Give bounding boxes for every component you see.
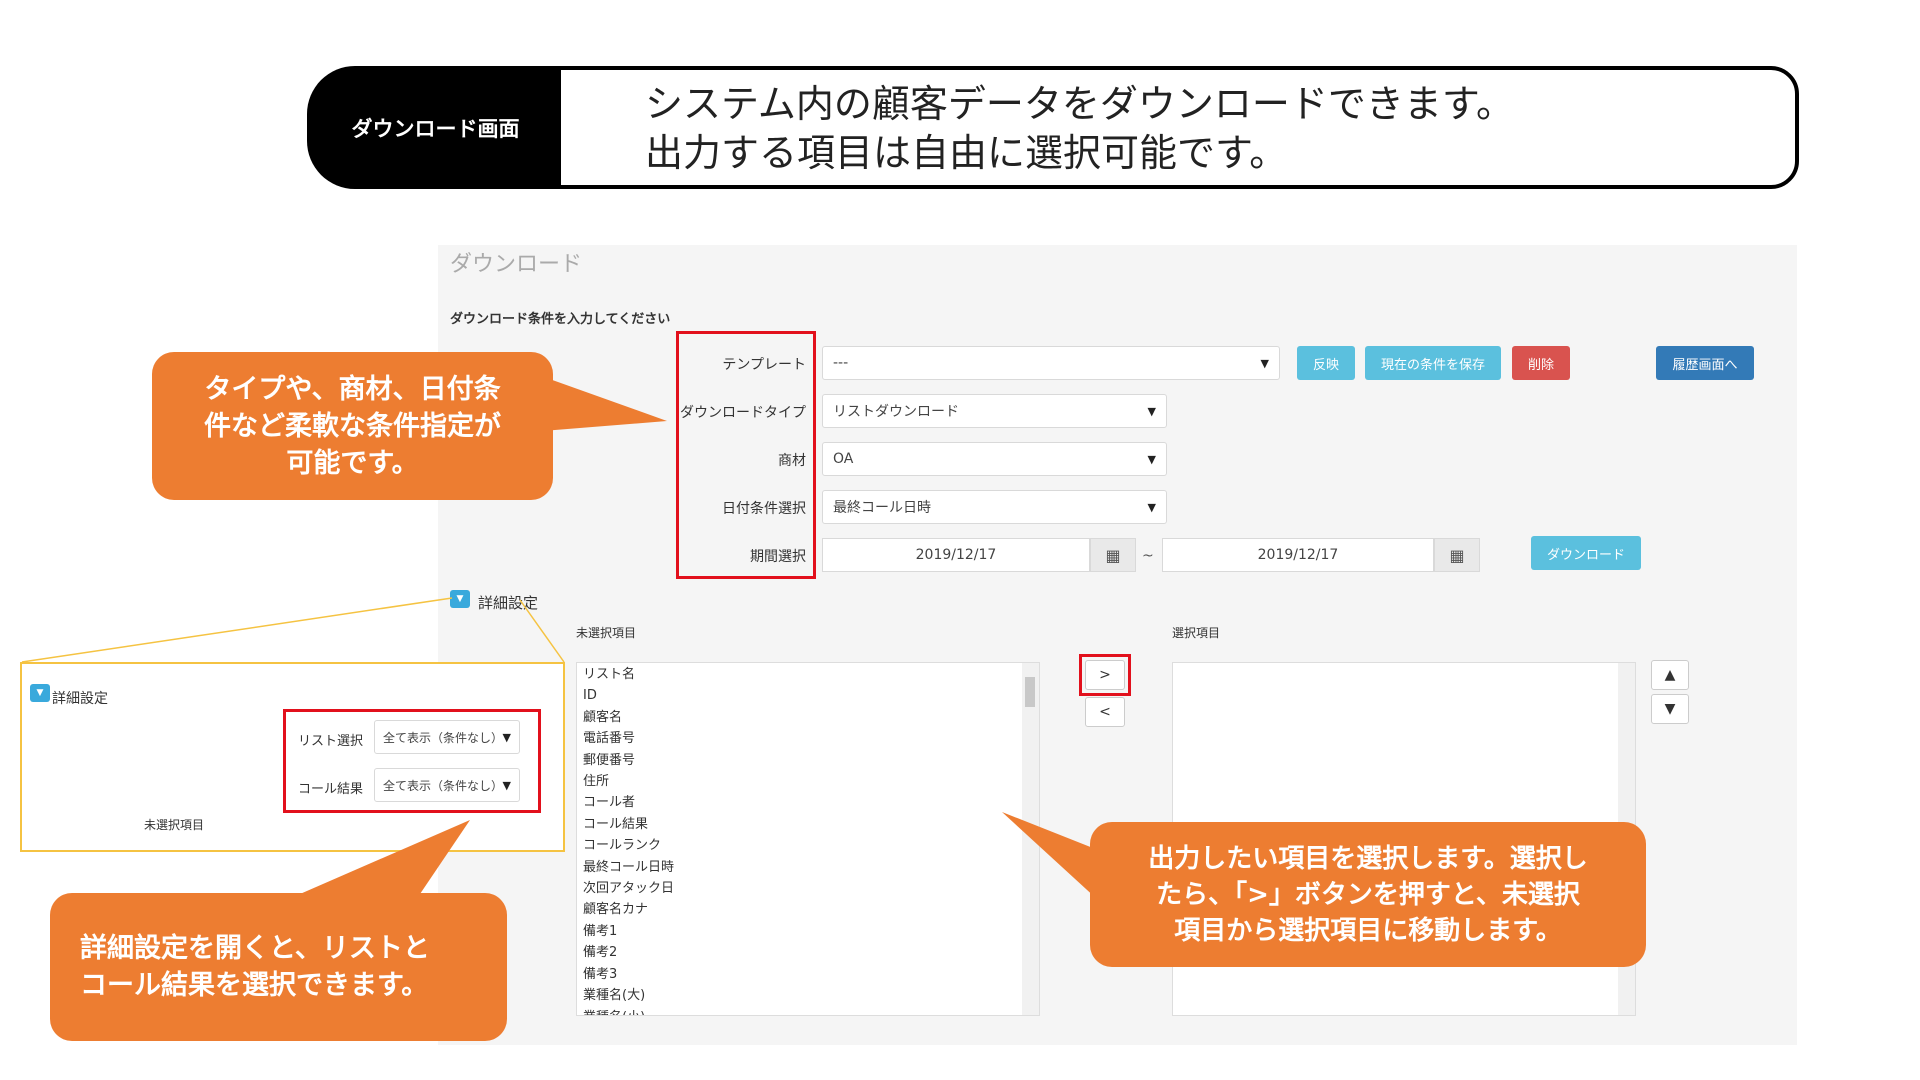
callout-detail-line: コール結果を選択できます。 [80, 970, 429, 1001]
callout-filters-line: タイプや、商材、日付条 [204, 373, 501, 405]
callout-select-line: 項目から選択項目に移動します。 [1174, 915, 1562, 946]
callout-filters-line: 件など柔軟な条件指定が [204, 410, 501, 442]
callout-select-line: 出力したい項目を選択します。選択し [1148, 843, 1588, 874]
callout-filters: タイプや、商材、日付条 件など柔軟な条件指定が 可能です。 [152, 352, 553, 500]
callout-detail-line: 詳細設定を開くと、リストと [80, 933, 430, 964]
callout-filters-line: 可能です。 [286, 447, 419, 479]
callout-select: 出力したい項目を選択します。選択し たら、「>」ボタンを押すと、未選択 項目から… [1090, 822, 1646, 967]
callout-detail: 詳細設定を開くと、リストと コール結果を選択できます。 [50, 893, 507, 1041]
callout-select-line: たら、「>」ボタンを押すと、未選択 [1156, 879, 1580, 910]
